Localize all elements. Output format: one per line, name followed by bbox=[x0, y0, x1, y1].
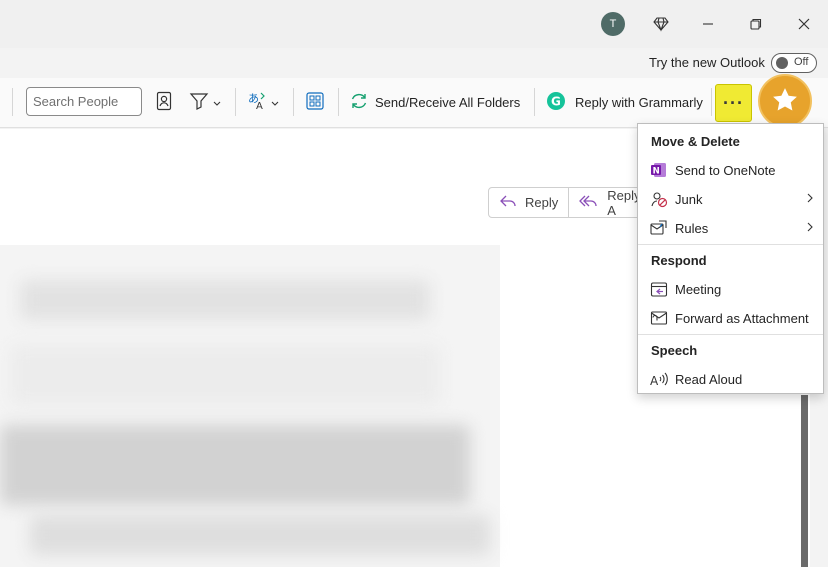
send-receive-label: Send/Receive All Folders bbox=[375, 94, 521, 110]
chevron-down-icon bbox=[271, 95, 279, 110]
svg-text:G: G bbox=[551, 94, 561, 108]
filter-icon bbox=[189, 91, 209, 114]
reply-all-arrow-icon bbox=[579, 194, 599, 211]
forward-attachment-icon bbox=[650, 309, 668, 327]
menu-item-read-aloud[interactable]: A Read Aloud bbox=[638, 365, 823, 393]
menu-item-label: Send to OneNote bbox=[675, 163, 776, 178]
reply-with-grammarly-button[interactable]: G Reply with Grammarly bbox=[546, 87, 703, 117]
toggle-knob bbox=[776, 57, 788, 69]
apps-button[interactable] bbox=[305, 87, 325, 117]
grid-apps-icon bbox=[305, 91, 325, 114]
star-badge[interactable] bbox=[758, 74, 812, 128]
svg-text:A: A bbox=[650, 374, 659, 388]
menu-item-label: Rules bbox=[675, 221, 709, 236]
ribbon-divider bbox=[711, 88, 712, 116]
meeting-icon bbox=[650, 280, 668, 298]
svg-text:N: N bbox=[653, 166, 660, 176]
account-avatar[interactable]: T bbox=[601, 12, 625, 36]
filter-email-button[interactable] bbox=[189, 87, 221, 117]
blurred-content bbox=[0, 425, 470, 505]
svg-text:A: A bbox=[256, 101, 263, 111]
reply-button[interactable]: Reply bbox=[489, 188, 568, 217]
try-new-outlook-label: Try the new Outlook bbox=[649, 55, 765, 70]
menu-item-label: Meeting bbox=[675, 282, 722, 297]
menu-item-label: Forward as Attachment bbox=[675, 311, 809, 326]
grammarly-label: Reply with Grammarly bbox=[575, 94, 703, 110]
reply-actions: Reply Reply A bbox=[488, 187, 658, 218]
reply-label: Reply bbox=[525, 195, 559, 210]
restore-icon[interactable] bbox=[744, 12, 768, 36]
menu-divider bbox=[638, 334, 823, 335]
chevron-down-icon bbox=[213, 95, 221, 110]
address-book-button[interactable] bbox=[155, 87, 173, 117]
blurred-content bbox=[20, 280, 430, 320]
title-bar: T bbox=[0, 0, 828, 48]
send-receive-button[interactable]: Send/Receive All Folders bbox=[349, 87, 520, 117]
star-icon bbox=[770, 85, 800, 118]
read-aloud-icon: A bbox=[650, 370, 668, 388]
menu-item-label: Read Aloud bbox=[675, 372, 743, 387]
ribbon-divider bbox=[12, 88, 13, 116]
grammarly-icon: G bbox=[546, 91, 566, 114]
ribbon-divider bbox=[534, 88, 535, 116]
more-options-menu: Move & Delete N Send to OneNote Junk Rul… bbox=[637, 123, 824, 394]
diamond-icon[interactable] bbox=[649, 12, 673, 36]
menu-item-label: Junk bbox=[675, 192, 703, 207]
blurred-content bbox=[30, 515, 490, 555]
menu-header-move-delete: Move & Delete bbox=[651, 134, 740, 149]
chevron-right-icon bbox=[806, 191, 814, 208]
ribbon-divider bbox=[338, 88, 339, 116]
minimize-icon[interactable] bbox=[696, 12, 720, 36]
menu-item-rules[interactable]: Rules bbox=[638, 214, 823, 242]
menu-item-send-to-onenote[interactable]: N Send to OneNote bbox=[638, 156, 823, 184]
menu-item-meeting[interactable]: Meeting bbox=[638, 275, 823, 303]
sync-icon bbox=[349, 91, 369, 114]
translate-icon: あA bbox=[247, 91, 269, 114]
more-options-button[interactable]: ··· bbox=[715, 84, 752, 122]
menu-header-speech: Speech bbox=[651, 343, 698, 358]
toggle-state: Off bbox=[794, 56, 809, 68]
ribbon-divider bbox=[235, 88, 236, 116]
translate-button[interactable]: あA bbox=[247, 87, 279, 117]
try-new-outlook-toggle[interactable]: Off bbox=[771, 53, 817, 73]
close-icon[interactable] bbox=[792, 12, 816, 36]
ribbon: Search People あA Send/Receive All Folder… bbox=[0, 78, 828, 128]
menu-divider bbox=[638, 244, 823, 245]
onenote-icon: N bbox=[650, 161, 668, 179]
junk-icon bbox=[650, 190, 668, 208]
address-book-icon bbox=[155, 91, 173, 114]
chevron-right-icon bbox=[806, 220, 814, 237]
blurred-message-body bbox=[0, 245, 500, 567]
blurred-content bbox=[10, 345, 440, 405]
search-people-input[interactable]: Search People bbox=[26, 87, 142, 116]
menu-header-respond: Respond bbox=[651, 253, 707, 268]
rules-icon bbox=[650, 219, 668, 237]
scrollbar-thumb[interactable] bbox=[801, 395, 808, 567]
menu-item-forward-as-attachment[interactable]: Forward as Attachment bbox=[638, 304, 823, 332]
menu-item-junk[interactable]: Junk bbox=[638, 185, 823, 213]
ribbon-divider bbox=[293, 88, 294, 116]
reply-arrow-icon bbox=[499, 194, 517, 211]
